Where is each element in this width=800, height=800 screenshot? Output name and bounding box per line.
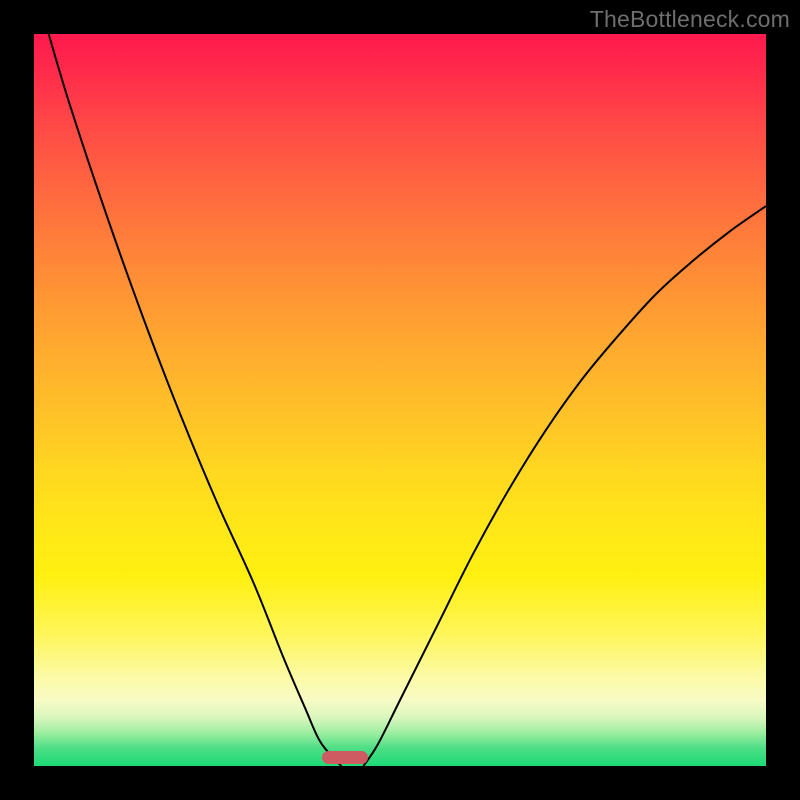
right-curve	[363, 206, 766, 766]
chart-frame: TheBottleneck.com	[0, 0, 800, 800]
bottleneck-marker	[322, 751, 368, 764]
watermark-text: TheBottleneck.com	[590, 6, 790, 33]
left-curve	[49, 34, 342, 766]
curves-svg	[34, 34, 766, 766]
plot-area	[34, 34, 766, 766]
